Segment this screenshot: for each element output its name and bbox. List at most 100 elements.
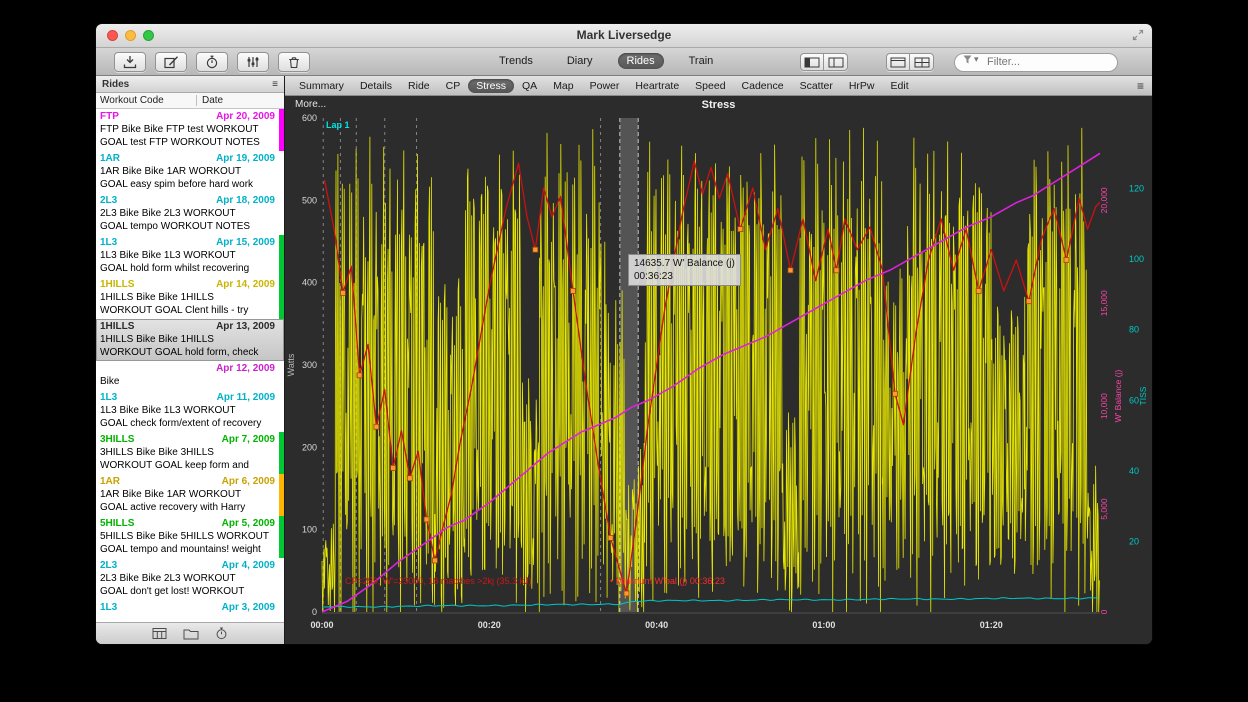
match-marker	[624, 591, 629, 596]
match-marker	[340, 291, 345, 296]
column-header-date[interactable]: Date	[196, 95, 284, 106]
match-marker	[391, 465, 396, 470]
tab-cadence[interactable]: Cadence	[734, 79, 792, 93]
tab-qa[interactable]: QA	[514, 79, 545, 93]
tab-summary[interactable]: Summary	[291, 79, 352, 93]
stress-chart[interactable]: 00:0000:2000:4001:0001:20010020030040050…	[285, 96, 1152, 644]
ride-row[interactable]: 1ARApr 6, 20091AR Bike Bike 1AR WORKOUTG…	[96, 474, 284, 516]
view-trends[interactable]: Trends	[490, 53, 542, 69]
filter-dropdown-icon[interactable]: ▾	[974, 54, 979, 65]
ride-date: Apr 19, 2009	[216, 152, 275, 165]
chart-more-link[interactable]: More...	[295, 99, 326, 110]
lap-label: Lap 1	[326, 120, 350, 130]
tab-heartrate[interactable]: Heartrate	[627, 79, 687, 93]
fullscreen-icon[interactable]	[1132, 29, 1144, 41]
ride-workout-code: 1L3	[100, 391, 117, 404]
delete-ride-button[interactable]	[278, 52, 310, 72]
match-marker	[424, 517, 429, 522]
tab-hrpw[interactable]: HrPw	[841, 79, 883, 93]
ride-row[interactable]: 2L3Apr 4, 20092L3 Bike Bike 2L3 WORKOUTG…	[96, 558, 284, 600]
y-left-tick-label: 100	[302, 525, 317, 535]
ride-row[interactable]: Apr 12, 2009Bike	[96, 361, 284, 390]
toggle-left-sidebar-button[interactable]	[800, 53, 824, 71]
ride-description-line: GOAL tempo and mountains! weight	[100, 543, 275, 556]
import-ride-button[interactable]	[114, 52, 146, 72]
ride-row[interactable]: 5HILLSApr 5, 20095HILLS Bike Bike 5HILLS…	[96, 516, 284, 558]
tab-map[interactable]: Map	[545, 79, 581, 93]
ride-row[interactable]: 1HILLSApr 14, 20091HILLS Bike Bike 1HILL…	[96, 277, 284, 319]
stopwatch-button[interactable]	[196, 52, 228, 72]
column-header-workout-code[interactable]: Workout Code	[96, 95, 196, 106]
ride-date: Apr 12, 2009	[216, 362, 275, 375]
ride-date: Apr 11, 2009	[217, 391, 275, 404]
ride-date: Apr 13, 2009	[216, 320, 275, 333]
sidebar-footer	[96, 622, 284, 644]
tab-speed[interactable]: Speed	[687, 79, 733, 93]
tab-ride[interactable]: Ride	[400, 79, 438, 93]
tab-cp[interactable]: CP	[438, 79, 469, 93]
y-left-axis-title: Watts	[286, 353, 296, 376]
chart-tabbar-items: SummaryDetailsRideCPStressQAMapPowerHear…	[291, 79, 917, 93]
funnel-icon	[963, 55, 972, 64]
ride-row[interactable]: 1L3Apr 3, 2009	[96, 600, 284, 616]
calendar-icon[interactable]	[152, 627, 167, 640]
single-view-icon	[890, 57, 906, 68]
ride-row[interactable]: 1HILLSApr 13, 20091HILLS Bike Bike 1HILL…	[96, 319, 284, 361]
chart-panel: More... Stress 00:0000:2000:4001:0001:20…	[285, 96, 1152, 644]
chart-annotation: CP=259, W'=23000, 18 matches >2kj (35.3 …	[345, 576, 532, 586]
x-tick-label: 00:40	[645, 620, 668, 630]
ride-row[interactable]: 1L3Apr 15, 20091L3 Bike Bike 1L3 WORKOUT…	[96, 235, 284, 277]
layout-toggles	[886, 53, 934, 71]
ride-row[interactable]: 2L3Apr 18, 20092L3 Bike Bike 2L3 WORKOUT…	[96, 193, 284, 235]
manual-entry-button[interactable]	[155, 52, 187, 72]
sliders-icon	[245, 55, 261, 69]
view-switcher: Trends Diary Rides Train	[490, 53, 722, 69]
ride-workout-code: 1L3	[100, 236, 117, 249]
tab-power[interactable]: Power	[582, 79, 628, 93]
ride-description-line: GOAL active recovery with Harry	[100, 501, 275, 514]
ride-row[interactable]: 3HILLSApr 7, 20093HILLS Bike Bike 3HILLS…	[96, 432, 284, 474]
ride-description-line: GOAL easy spim before hard work	[100, 178, 275, 191]
match-marker	[357, 373, 362, 378]
app-window: Mark Liversedge	[96, 24, 1152, 644]
power-series	[322, 128, 1099, 612]
folder-icon[interactable]	[183, 628, 199, 640]
intervals-button[interactable]	[237, 52, 269, 72]
filter-field: ▾	[954, 52, 1118, 71]
tab-scatter[interactable]: Scatter	[792, 79, 841, 93]
tab-stress[interactable]: Stress	[468, 79, 514, 93]
single-view-button[interactable]	[886, 53, 910, 71]
y-left-tick-label: 400	[302, 278, 317, 288]
toggle-right-sidebar-button[interactable]	[824, 53, 848, 71]
match-marker	[834, 268, 839, 273]
x-tick-label: 00:00	[310, 620, 333, 630]
match-marker	[788, 268, 793, 273]
ride-date: Apr 18, 2009	[216, 194, 275, 207]
ride-color-bar	[279, 516, 284, 558]
window-title: Mark Liversedge	[96, 28, 1152, 42]
sidebar-menu-icon[interactable]: ≡	[272, 79, 278, 90]
tooltip-time: 00:36:23	[634, 270, 735, 283]
ride-row[interactable]: 1L3Apr 11, 20091L3 Bike Bike 1L3 WORKOUT…	[96, 390, 284, 432]
ride-row[interactable]: FTPApr 20, 2009FTP Bike Bike FTP test WO…	[96, 109, 284, 151]
tiled-view-button[interactable]	[910, 53, 934, 71]
ride-color-bar	[279, 277, 284, 319]
view-train[interactable]: Train	[680, 53, 723, 69]
tab-details[interactable]: Details	[352, 79, 400, 93]
sidebar-column-headers: Workout Code Date	[96, 93, 284, 109]
tab-edit[interactable]: Edit	[883, 79, 917, 93]
ride-row[interactable]: 1ARApr 19, 20091AR Bike Bike 1AR WORKOUT…	[96, 151, 284, 193]
y-left-tick-label: 0	[312, 607, 317, 617]
ride-description-line: GOAL check form/extent of recovery	[100, 417, 275, 430]
tiss-tick-label: 40	[1129, 466, 1139, 476]
view-rides[interactable]: Rides	[618, 53, 664, 69]
stopwatch-small-icon[interactable]	[215, 627, 228, 640]
ride-description-line: GOAL test FTP WORKOUT NOTES	[100, 136, 275, 149]
ride-description-line: 1HILLS Bike Bike 1HILLS	[100, 291, 275, 304]
stopwatch-icon	[205, 55, 219, 69]
match-marker	[407, 476, 412, 481]
ride-color-bar	[279, 432, 284, 474]
sidebar-toggles	[800, 53, 848, 71]
tabbar-menu-icon[interactable]: ≡	[1137, 79, 1144, 93]
view-diary[interactable]: Diary	[558, 53, 602, 69]
